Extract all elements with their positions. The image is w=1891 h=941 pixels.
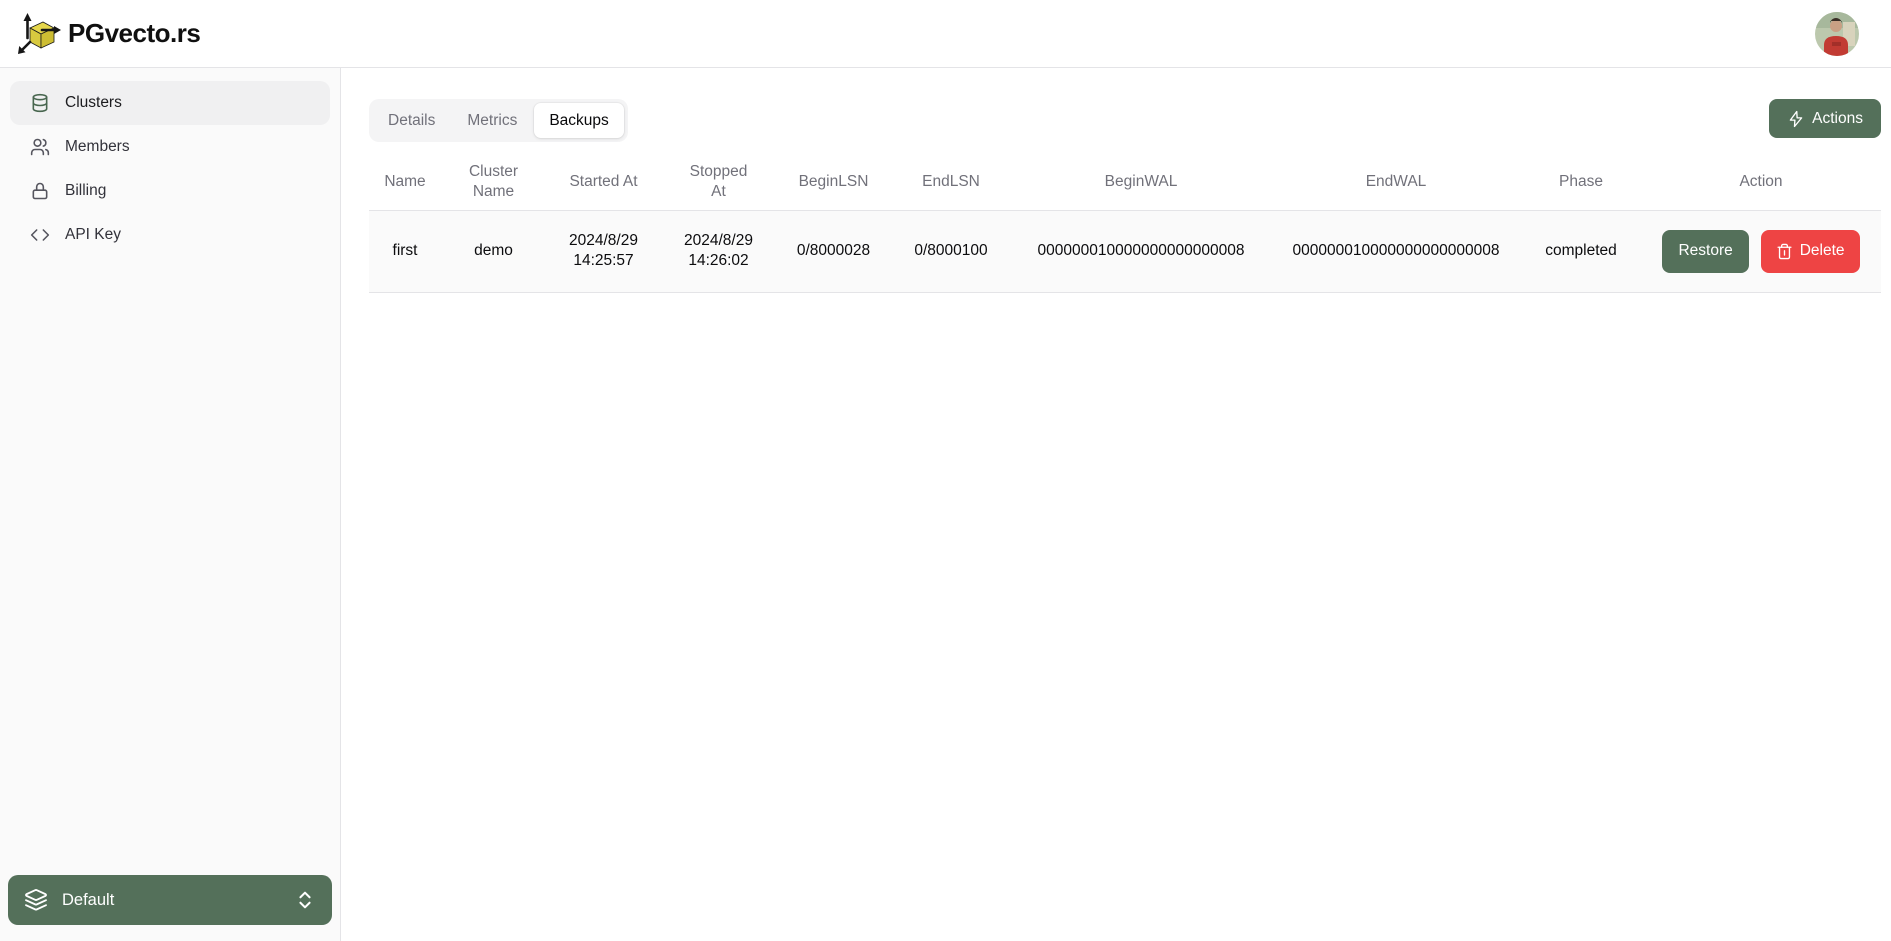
brand-logo: PGvecto.rs bbox=[16, 11, 200, 57]
column-header-action: Action bbox=[1641, 154, 1881, 210]
backups-table: Name Cluster Name Started At Stopped At … bbox=[369, 154, 1881, 293]
delete-button[interactable]: Delete bbox=[1761, 230, 1860, 273]
actions-button[interactable]: Actions bbox=[1769, 99, 1881, 138]
sidebar-item-api-key[interactable]: API Key bbox=[10, 213, 330, 257]
restore-button-label: Restore bbox=[1678, 242, 1732, 259]
column-header-begin-wal: BeginWAL bbox=[1011, 154, 1271, 210]
user-avatar[interactable] bbox=[1815, 12, 1859, 56]
restore-button[interactable]: Restore bbox=[1662, 230, 1748, 273]
toolbar: Details Metrics Backups Actions bbox=[369, 99, 1881, 142]
cell-cluster-name: demo bbox=[441, 210, 546, 292]
layers-icon bbox=[24, 888, 48, 912]
column-header-cluster-name: Cluster Name bbox=[441, 154, 546, 210]
sidebar-item-label: Members bbox=[65, 138, 130, 156]
tab-details[interactable]: Details bbox=[373, 103, 450, 138]
column-header-name: Name bbox=[369, 154, 441, 210]
column-header-stopped-at: Stopped At bbox=[661, 154, 776, 210]
sidebar-item-billing[interactable]: Billing bbox=[10, 169, 330, 213]
table-row: first demo 2024/8/29 14:25:57 2024/8/29 … bbox=[369, 210, 1881, 292]
tab-metrics[interactable]: Metrics bbox=[452, 103, 532, 138]
sidebar-item-clusters[interactable]: Clusters bbox=[10, 81, 330, 125]
main-content: Details Metrics Backups Actions bbox=[341, 68, 1891, 941]
sidebar-item-members[interactable]: Members bbox=[10, 125, 330, 169]
database-icon bbox=[30, 93, 50, 113]
workspace-label: Default bbox=[62, 891, 114, 910]
workspace-switcher[interactable]: Default bbox=[8, 875, 332, 925]
tab-backups[interactable]: Backups bbox=[534, 103, 623, 138]
trash-icon bbox=[1776, 243, 1793, 260]
sidebar: Clusters Members bbox=[0, 68, 341, 941]
body-row: Clusters Members bbox=[0, 68, 1891, 941]
column-header-started-at: Started At bbox=[546, 154, 661, 210]
sidebar-item-label: API Key bbox=[65, 226, 121, 244]
table-header-row: Name Cluster Name Started At Stopped At … bbox=[369, 154, 1881, 210]
cell-stopped-at: 2024/8/29 14:26:02 bbox=[661, 210, 776, 292]
cell-end-wal: 000000010000000000000008 bbox=[1271, 210, 1521, 292]
code-icon bbox=[30, 225, 50, 245]
app-root: PGvecto.rs bbox=[0, 0, 1891, 941]
lightning-icon bbox=[1787, 110, 1805, 128]
tab-group: Details Metrics Backups bbox=[369, 99, 628, 142]
cell-end-lsn: 0/8000100 bbox=[891, 210, 1011, 292]
cube-axes-icon bbox=[16, 11, 62, 57]
chevrons-up-down-icon bbox=[294, 889, 316, 911]
actions-button-label: Actions bbox=[1812, 110, 1863, 128]
column-header-end-lsn: EndLSN bbox=[891, 154, 1011, 210]
top-header: PGvecto.rs bbox=[0, 0, 1891, 68]
column-header-begin-lsn: BeginLSN bbox=[776, 154, 891, 210]
users-icon bbox=[30, 137, 50, 157]
cell-begin-lsn: 0/8000028 bbox=[776, 210, 891, 292]
column-header-phase: Phase bbox=[1521, 154, 1641, 210]
brand-name: PGvecto.rs bbox=[68, 18, 200, 49]
delete-button-label: Delete bbox=[1800, 242, 1845, 260]
cell-action: Restore bbox=[1641, 210, 1881, 292]
lock-icon bbox=[30, 181, 50, 201]
cell-phase: completed bbox=[1521, 210, 1641, 292]
sidebar-item-label: Clusters bbox=[65, 94, 122, 112]
sidebar-item-label: Billing bbox=[65, 182, 106, 200]
cell-name: first bbox=[369, 210, 441, 292]
cell-started-at: 2024/8/29 14:25:57 bbox=[546, 210, 661, 292]
column-header-end-wal: EndWAL bbox=[1271, 154, 1521, 210]
cell-begin-wal: 000000010000000000000008 bbox=[1011, 210, 1271, 292]
